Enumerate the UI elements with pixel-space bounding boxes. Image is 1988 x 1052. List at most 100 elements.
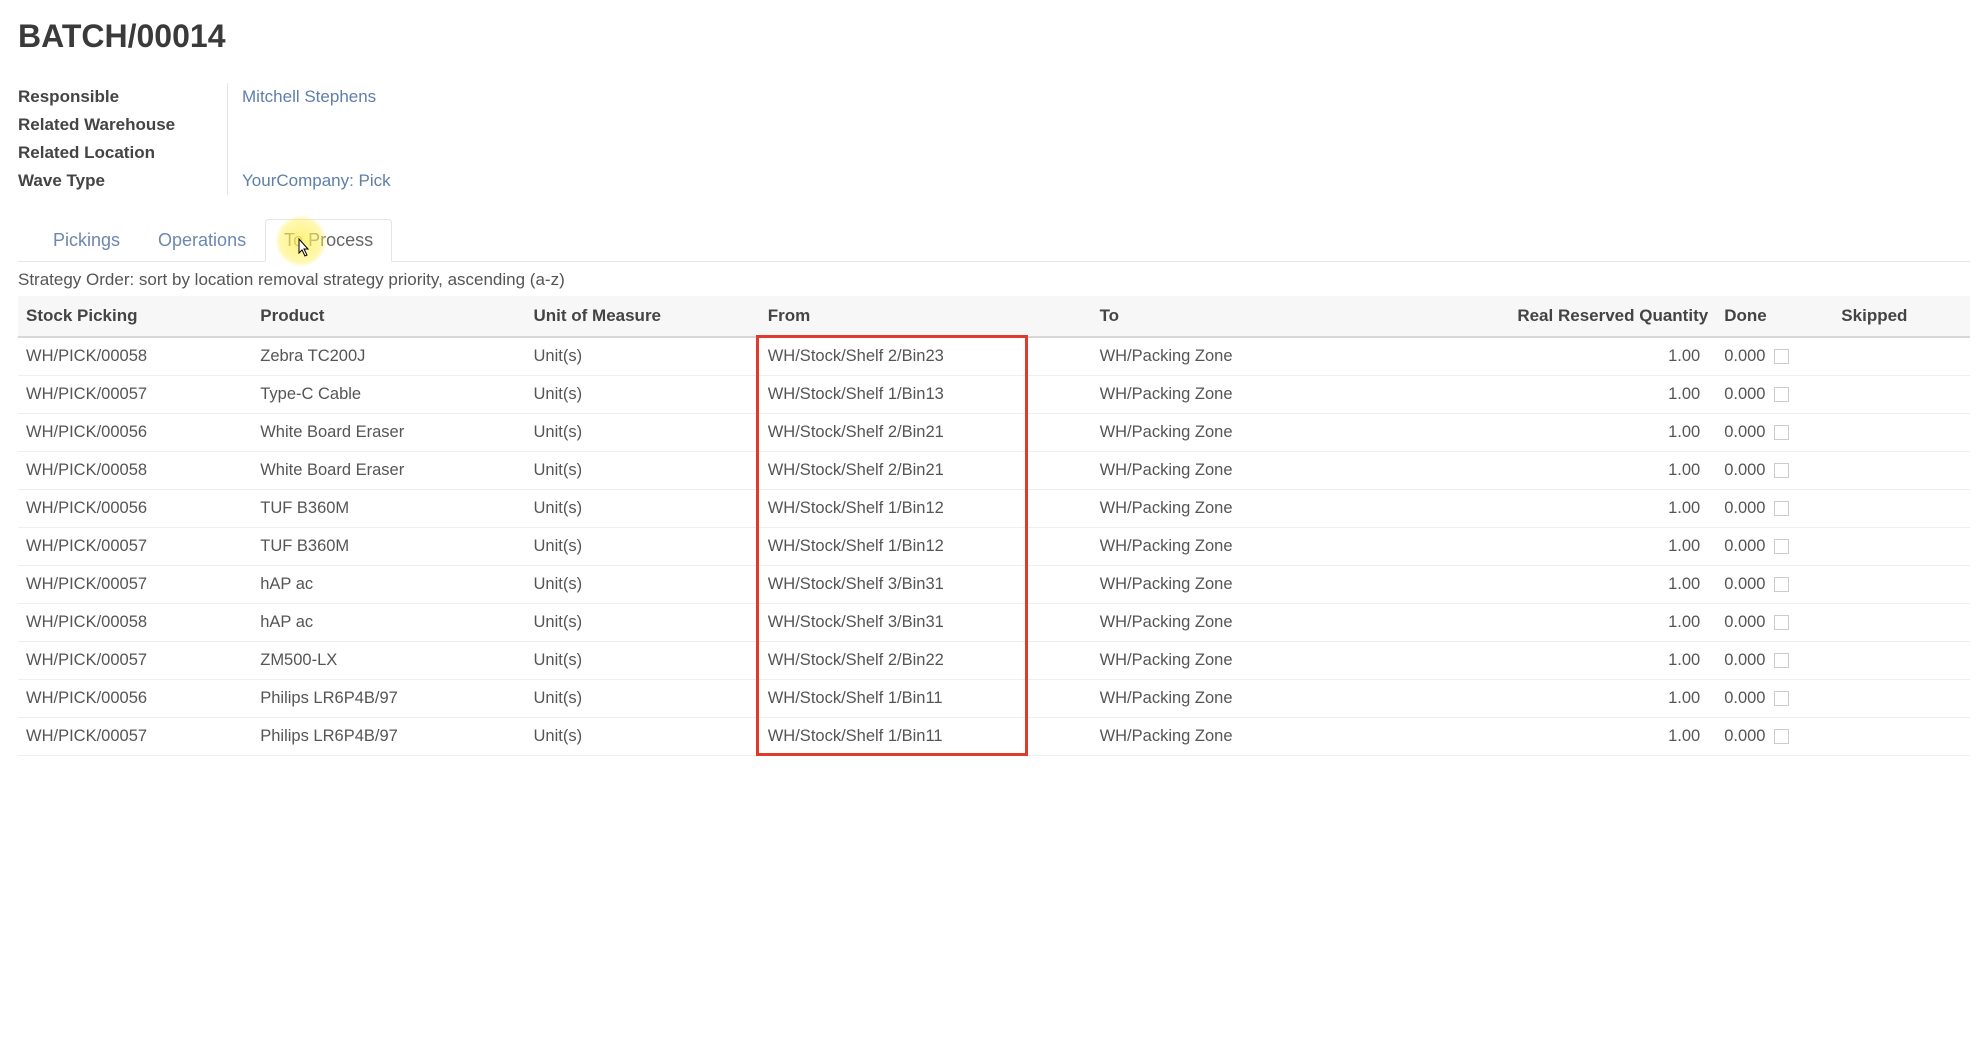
- tab-operations[interactable]: Operations: [139, 219, 265, 261]
- cell-skipped: [1833, 528, 1970, 566]
- cell-to: WH/Packing Zone: [1092, 376, 1424, 414]
- cell-skipped: [1833, 604, 1970, 642]
- cell-picking: WH/PICK/00056: [18, 490, 252, 528]
- table-row[interactable]: WH/PICK/00056Philips LR6P4B/97Unit(s)WH/…: [18, 680, 1970, 718]
- cell-product: White Board Eraser: [252, 452, 525, 490]
- table-row[interactable]: WH/PICK/00058hAP acUnit(s)WH/Stock/Shelf…: [18, 604, 1970, 642]
- table-body: WH/PICK/00058Zebra TC200JUnit(s)WH/Stock…: [18, 337, 1970, 756]
- table-row[interactable]: WH/PICK/00058Zebra TC200JUnit(s)WH/Stock…: [18, 337, 1970, 376]
- value-responsible[interactable]: Mitchell Stephens: [242, 83, 391, 111]
- cell-from: WH/Stock/Shelf 2/Bin21: [760, 452, 1092, 490]
- cell-qty: 1.00: [1423, 376, 1716, 414]
- table-row[interactable]: WH/PICK/00057TUF B360MUnit(s)WH/Stock/Sh…: [18, 528, 1970, 566]
- cell-to: WH/Packing Zone: [1092, 528, 1424, 566]
- cell-done: 0.000: [1716, 718, 1833, 756]
- value-wave-type[interactable]: YourCompany: Pick: [242, 167, 391, 195]
- cell-uom: Unit(s): [526, 680, 760, 718]
- value-related-location: [242, 139, 391, 167]
- cell-uom: Unit(s): [526, 604, 760, 642]
- cell-product: hAP ac: [252, 604, 525, 642]
- cell-uom: Unit(s): [526, 337, 760, 376]
- page-title: BATCH/00014: [18, 18, 1970, 55]
- cell-from: WH/Stock/Shelf 2/Bin21: [760, 414, 1092, 452]
- cell-product: TUF B360M: [252, 528, 525, 566]
- cell-qty: 1.00: [1423, 566, 1716, 604]
- cell-qty: 1.00: [1423, 528, 1716, 566]
- label-related-location: Related Location: [18, 139, 227, 167]
- cell-product: TUF B360M: [252, 490, 525, 528]
- skipped-checkbox[interactable]: [1774, 387, 1789, 402]
- col-skipped[interactable]: Skipped: [1833, 296, 1970, 337]
- tab-to-process-label: To Process: [284, 230, 373, 250]
- skipped-checkbox[interactable]: [1774, 691, 1789, 706]
- table-row[interactable]: WH/PICK/00058White Board EraserUnit(s)WH…: [18, 452, 1970, 490]
- cell-picking: WH/PICK/00058: [18, 337, 252, 376]
- label-wave-type: Wave Type: [18, 167, 227, 195]
- cell-uom: Unit(s): [526, 642, 760, 680]
- cell-picking: WH/PICK/00058: [18, 452, 252, 490]
- cell-product: hAP ac: [252, 566, 525, 604]
- process-table: Stock Picking Product Unit of Measure Fr…: [18, 296, 1970, 756]
- table-row[interactable]: WH/PICK/00057hAP acUnit(s)WH/Stock/Shelf…: [18, 566, 1970, 604]
- col-reserved-qty[interactable]: Real Reserved Quantity: [1423, 296, 1716, 337]
- col-to[interactable]: To: [1092, 296, 1424, 337]
- skipped-checkbox[interactable]: [1774, 463, 1789, 478]
- cell-product: White Board Eraser: [252, 414, 525, 452]
- cell-uom: Unit(s): [526, 490, 760, 528]
- cell-done: 0.000: [1716, 490, 1833, 528]
- cell-product: Philips LR6P4B/97: [252, 680, 525, 718]
- skipped-checkbox[interactable]: [1774, 615, 1789, 630]
- cell-skipped: [1833, 680, 1970, 718]
- col-uom[interactable]: Unit of Measure: [526, 296, 760, 337]
- skipped-checkbox[interactable]: [1774, 577, 1789, 592]
- cell-to: WH/Packing Zone: [1092, 680, 1424, 718]
- table-row[interactable]: WH/PICK/00057Type-C CableUnit(s)WH/Stock…: [18, 376, 1970, 414]
- col-product[interactable]: Product: [252, 296, 525, 337]
- cell-to: WH/Packing Zone: [1092, 604, 1424, 642]
- skipped-checkbox[interactable]: [1774, 425, 1789, 440]
- label-responsible: Responsible: [18, 83, 227, 111]
- table-row[interactable]: WH/PICK/00056TUF B360MUnit(s)WH/Stock/Sh…: [18, 490, 1970, 528]
- cell-uom: Unit(s): [526, 414, 760, 452]
- cell-skipped: [1833, 376, 1970, 414]
- cell-to: WH/Packing Zone: [1092, 718, 1424, 756]
- cell-done: 0.000: [1716, 642, 1833, 680]
- skipped-checkbox[interactable]: [1774, 539, 1789, 554]
- col-from[interactable]: From: [760, 296, 1092, 337]
- col-done[interactable]: Done: [1716, 296, 1833, 337]
- cell-qty: 1.00: [1423, 680, 1716, 718]
- cell-skipped: [1833, 642, 1970, 680]
- cell-done: 0.000: [1716, 414, 1833, 452]
- cell-qty: 1.00: [1423, 718, 1716, 756]
- cell-to: WH/Packing Zone: [1092, 490, 1424, 528]
- tabs: Pickings Operations To Process: [18, 219, 1970, 262]
- cell-done: 0.000: [1716, 376, 1833, 414]
- cell-to: WH/Packing Zone: [1092, 642, 1424, 680]
- col-stock-picking[interactable]: Stock Picking: [18, 296, 252, 337]
- label-related-warehouse: Related Warehouse: [18, 111, 227, 139]
- tab-pickings[interactable]: Pickings: [34, 219, 139, 261]
- cell-skipped: [1833, 566, 1970, 604]
- cell-product: Philips LR6P4B/97: [252, 718, 525, 756]
- skipped-checkbox[interactable]: [1774, 653, 1789, 668]
- table-header-row: Stock Picking Product Unit of Measure Fr…: [18, 296, 1970, 337]
- skipped-checkbox[interactable]: [1774, 501, 1789, 516]
- cell-picking: WH/PICK/00058: [18, 604, 252, 642]
- table-row[interactable]: WH/PICK/00056White Board EraserUnit(s)WH…: [18, 414, 1970, 452]
- cell-to: WH/Packing Zone: [1092, 452, 1424, 490]
- cell-to: WH/Packing Zone: [1092, 337, 1424, 376]
- cell-from: WH/Stock/Shelf 1/Bin13: [760, 376, 1092, 414]
- cell-from: WH/Stock/Shelf 2/Bin23: [760, 337, 1092, 376]
- cell-from: WH/Stock/Shelf 3/Bin31: [760, 604, 1092, 642]
- cell-picking: WH/PICK/00057: [18, 376, 252, 414]
- table-row[interactable]: WH/PICK/00057Philips LR6P4B/97Unit(s)WH/…: [18, 718, 1970, 756]
- cell-from: WH/Stock/Shelf 1/Bin12: [760, 490, 1092, 528]
- skipped-checkbox[interactable]: [1774, 349, 1789, 364]
- cell-qty: 1.00: [1423, 642, 1716, 680]
- info-block: Responsible Related Warehouse Related Lo…: [18, 83, 1970, 195]
- cell-qty: 1.00: [1423, 414, 1716, 452]
- table-wrap: Stock Picking Product Unit of Measure Fr…: [18, 296, 1970, 756]
- tab-to-process[interactable]: To Process: [265, 219, 392, 262]
- table-row[interactable]: WH/PICK/00057ZM500-LXUnit(s)WH/Stock/She…: [18, 642, 1970, 680]
- skipped-checkbox[interactable]: [1774, 729, 1789, 744]
